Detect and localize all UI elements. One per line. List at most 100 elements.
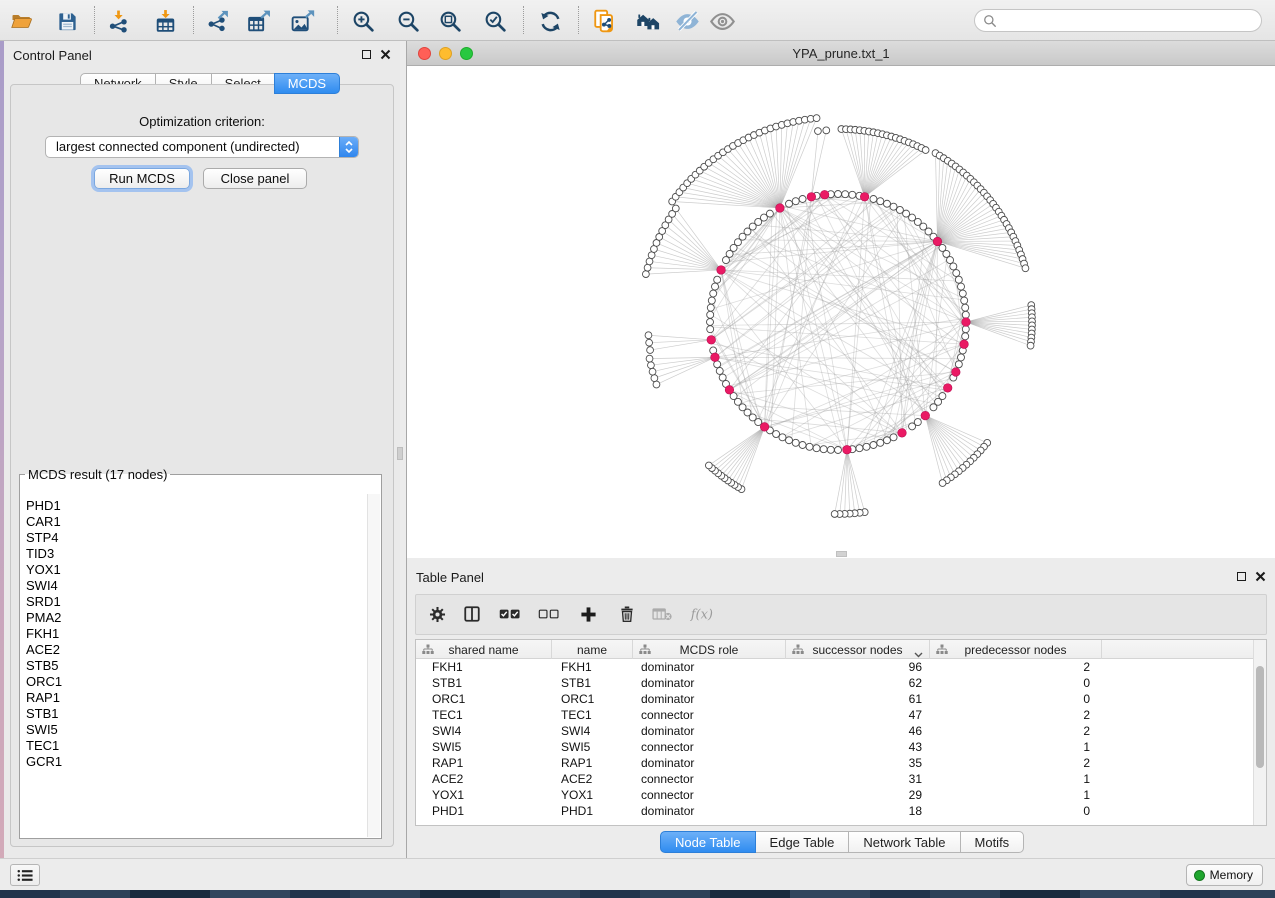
clone-network-button[interactable] [591,7,619,35]
result-node-item[interactable]: ACE2 [21,642,367,658]
tab-edge-table[interactable]: Edge Table [755,831,850,853]
network-node[interactable] [962,304,969,311]
dominator-node[interactable] [860,192,869,201]
column-header-predecessor-nodes[interactable]: predecessor nodes [930,640,1102,659]
column-header-name[interactable]: name [552,640,633,659]
leaf-node[interactable] [813,115,820,122]
result-node-item[interactable]: CAR1 [21,514,367,530]
network-node[interactable] [835,447,842,454]
vertical-splitter-handle[interactable] [397,447,403,460]
network-node[interactable] [707,311,714,318]
dominator-node[interactable] [933,237,942,246]
result-list-scrollbar[interactable] [367,494,380,837]
network-node[interactable] [786,437,793,444]
network-node[interactable] [766,210,773,217]
import-network-button[interactable] [104,7,132,35]
result-node-item[interactable]: SWI5 [21,722,367,738]
network-node[interactable] [957,354,964,361]
dominator-node[interactable] [807,192,816,201]
delete-table-button[interactable] [649,601,675,627]
leaf-node[interactable] [642,271,649,278]
window-close-button[interactable] [418,47,431,60]
window-zoom-button[interactable] [460,47,473,60]
task-history-button[interactable] [10,864,40,886]
memory-button[interactable]: Memory [1186,864,1263,886]
result-node-item[interactable]: STB5 [21,658,367,674]
network-node[interactable] [707,319,714,326]
run-mcds-button[interactable]: Run MCDS [94,168,190,189]
network-node[interactable] [835,191,842,198]
network-node[interactable] [870,196,877,203]
result-node-item[interactable]: YOX1 [21,562,367,578]
network-node[interactable] [877,198,884,205]
leaf-node[interactable] [815,128,822,135]
network-node[interactable] [863,443,870,450]
result-node-item[interactable]: ORC1 [21,674,367,690]
hide-selected-button[interactable] [673,7,701,35]
leaf-node[interactable] [939,480,946,487]
dominator-node[interactable] [952,368,961,377]
leaf-node[interactable] [647,347,654,354]
export-table-button[interactable] [244,7,272,35]
tab-node-table[interactable]: Node Table [660,831,756,853]
network-node[interactable] [890,434,897,441]
network-node[interactable] [962,326,969,333]
network-node[interactable] [716,367,723,374]
network-node[interactable] [792,198,799,205]
table-row[interactable]: SWI4SWI4dominator462 [416,723,1253,739]
zoom-out-button[interactable] [394,7,422,35]
import-table-button[interactable] [151,7,179,35]
leaf-node[interactable] [646,339,653,346]
network-node[interactable] [961,297,968,304]
leaf-node[interactable] [705,462,712,469]
column-header-shared-name[interactable]: shared name [416,640,552,659]
network-node[interactable] [883,437,890,444]
network-node[interactable] [708,297,715,304]
table-row[interactable]: YOX1YOX1connector291 [416,787,1253,803]
close-panel-icon[interactable] [380,49,391,60]
dominator-node[interactable] [943,384,952,393]
close-panel-icon[interactable] [1255,571,1266,582]
table-row[interactable]: ACE2ACE2connector311 [416,771,1253,787]
network-node[interactable] [890,203,897,210]
table-row[interactable]: RAP1RAP1dominator352 [416,755,1253,771]
result-node-item[interactable]: TEC1 [21,738,367,754]
network-node[interactable] [712,283,719,290]
network-node[interactable] [947,257,954,264]
result-node-item[interactable]: SRD1 [21,594,367,610]
leaf-node[interactable] [1022,265,1029,272]
create-column-button[interactable] [575,601,601,627]
table-scrollbar-thumb[interactable] [1256,666,1264,768]
network-node[interactable] [856,445,863,452]
dominator-node[interactable] [960,340,969,349]
result-node-item[interactable]: FKH1 [21,626,367,642]
uncheck-all-button[interactable] [536,601,562,627]
network-node[interactable] [883,200,890,207]
tab-network-table[interactable]: Network Table [848,831,960,853]
table-row[interactable]: STB1STB1dominator620 [416,675,1253,691]
network-node[interactable] [953,270,960,277]
network-node[interactable] [707,304,714,311]
dominator-node[interactable] [725,386,734,395]
result-node-item[interactable]: RAP1 [21,690,367,706]
table-row[interactable]: ORC1ORC1dominator610 [416,691,1253,707]
dominator-node[interactable] [711,353,720,362]
network-node[interactable] [962,311,969,318]
table-row[interactable]: FKH1FKH1dominator962 [416,659,1253,675]
dominator-node[interactable] [898,429,907,438]
leaf-node[interactable] [672,205,679,212]
network-node[interactable] [707,326,714,333]
dominator-node[interactable] [820,190,829,199]
search-field[interactable] [974,9,1262,32]
network-node[interactable] [909,423,916,430]
leaf-node[interactable] [651,375,658,382]
table-settings-button[interactable] [424,601,450,627]
network-node[interactable] [786,200,793,207]
dominator-node[interactable] [921,411,930,420]
dominator-node[interactable] [962,318,971,327]
tab-mcds[interactable]: MCDS [274,73,340,94]
network-node[interactable] [877,439,884,446]
window-minimize-button[interactable] [439,47,452,60]
result-node-item[interactable]: SWI4 [21,578,367,594]
delete-columns-button[interactable] [614,601,640,627]
